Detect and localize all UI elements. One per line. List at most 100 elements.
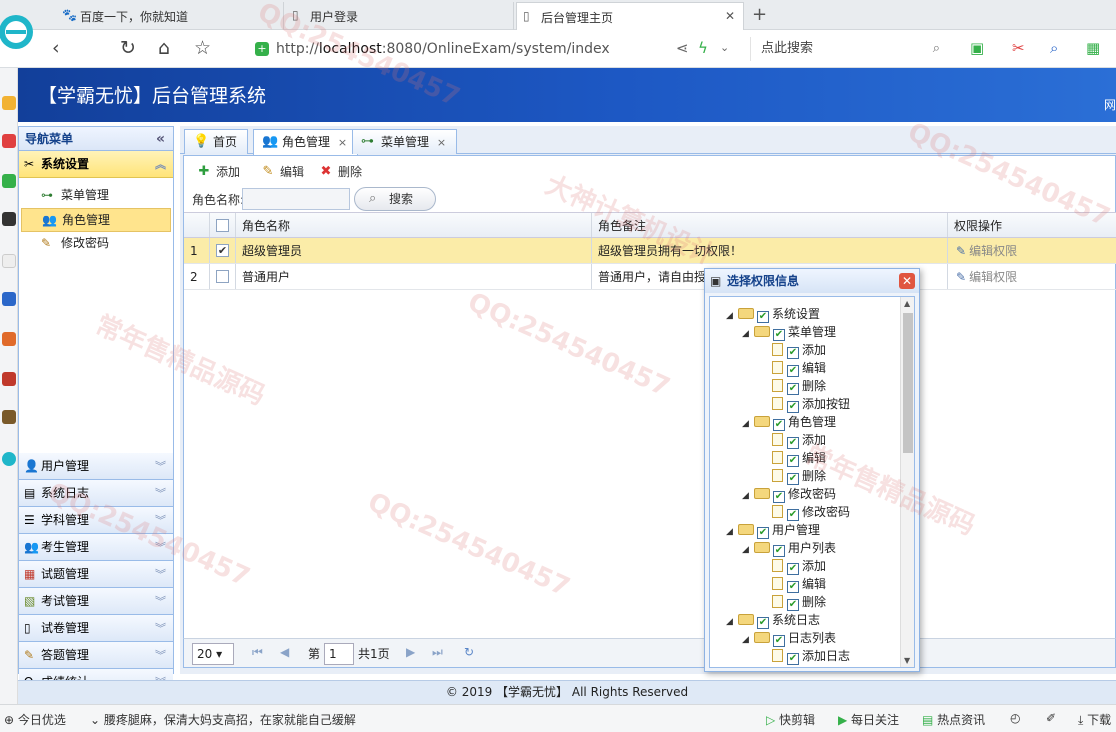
tree-checkbox[interactable]: ✔ — [787, 401, 799, 413]
translate-icon[interactable]: ▣ — [970, 39, 984, 57]
lightning-icon[interactable]: ϟ — [698, 39, 708, 57]
tree-node-leaf[interactable]: ✔ 删除 — [758, 467, 826, 485]
close-tab-icon[interactable]: × — [437, 136, 446, 149]
new-tab-button[interactable]: + — [752, 4, 767, 25]
status-item-news[interactable]: ▤ 热点资讯 — [922, 711, 985, 728]
tree-node-folder[interactable]: ◢ ✔ 角色管理 — [742, 413, 836, 431]
nav-section-system-log[interactable]: ▤ 系统日志 ︾ — [19, 480, 173, 507]
tree-toggle-icon[interactable]: ◢ — [742, 541, 754, 559]
scissors-icon[interactable]: ✂ — [1012, 39, 1025, 57]
browser-tab-admin[interactable]: ▯ 后台管理主页 ✕ — [516, 2, 744, 30]
app-icon[interactable] — [2, 254, 16, 268]
tab-role-management[interactable]: 👥 角色管理 × — [253, 129, 359, 155]
table-row[interactable]: 2 普通用户 普通用户，请自由授 ✎ 编辑权限 — [184, 264, 1116, 290]
pin-icon[interactable]: ✐ — [1046, 711, 1056, 725]
app-icon[interactable] — [2, 134, 16, 148]
search-button[interactable]: ⌕ 搜索 — [354, 187, 436, 211]
tree-checkbox[interactable]: ✔ — [773, 419, 785, 431]
tree-checkbox[interactable]: ✔ — [787, 473, 799, 485]
nav-section-question-management[interactable]: ▦ 试题管理 ︾ — [19, 561, 173, 588]
tree-node-leaf[interactable]: ✔ 添加按钮 — [758, 395, 850, 413]
tree-node-folder[interactable]: ◢ ✔ 修改密码 — [742, 485, 836, 503]
nav-section-student-management[interactable]: 👥 考生管理 ︾ — [19, 534, 173, 561]
nav-section-answer-management[interactable]: ✎ 答题管理 ︾ — [19, 642, 173, 669]
reload-icon[interactable]: ↻ — [120, 38, 136, 58]
role-name-input[interactable] — [242, 188, 350, 210]
row-checkbox[interactable] — [216, 270, 229, 283]
favorites-icon[interactable] — [2, 96, 16, 110]
nav-section-user-management[interactable]: 👤 用户管理 ︾ — [19, 453, 173, 480]
tree-toggle-icon[interactable]: ◢ — [742, 631, 754, 649]
tree-node-leaf[interactable]: ✔ 编辑 — [758, 359, 826, 377]
browser-tab-baidu[interactable]: 🐾 百度一下，你就知道 — [56, 2, 284, 30]
nav-section-paper-management[interactable]: ▯ 试卷管理 ︾ — [19, 615, 173, 642]
tree-scrollbar[interactable]: ▲ ▼ — [900, 297, 914, 667]
tree-node-leaf[interactable]: ✔ 删除 — [758, 377, 826, 395]
tree-checkbox[interactable]: ✔ — [757, 617, 769, 629]
app-icon[interactable] — [2, 332, 16, 346]
first-page-icon[interactable]: ⏮ — [252, 645, 263, 660]
app-icon[interactable] — [2, 372, 16, 386]
nav-item-change-password[interactable]: ✎ 修改密码 — [21, 232, 171, 256]
page-size-select[interactable]: 20 ▾ — [192, 643, 234, 665]
tree-toggle-icon[interactable]: ◢ — [742, 487, 754, 505]
app-icon[interactable] — [2, 212, 16, 226]
tab-home[interactable]: 💡 首页 — [184, 129, 249, 154]
clock-icon[interactable]: ◴ — [1010, 711, 1020, 725]
tree-node-folder[interactable]: ◢ ✔ 用户管理 — [726, 521, 820, 539]
share-icon[interactable]: ⋖ — [676, 39, 689, 57]
refresh-icon[interactable]: ↻ — [464, 645, 474, 659]
tree-checkbox[interactable]: ✔ — [787, 347, 799, 359]
edit-permission-link[interactable]: ✎ 编辑权限 — [948, 264, 1116, 289]
row-checkbox[interactable]: ✔ — [216, 244, 229, 257]
magnifier-icon[interactable]: ⌕ — [1050, 39, 1058, 57]
add-button[interactable]: ✚ 添加 — [196, 162, 240, 182]
tree-checkbox[interactable]: ✔ — [787, 653, 799, 665]
select-all-checkbox[interactable] — [216, 219, 229, 232]
next-page-icon[interactable]: ▶ — [406, 645, 415, 659]
tree-node-leaf[interactable]: ✔ 编辑 — [758, 575, 826, 593]
tree-toggle-icon[interactable]: ◢ — [726, 613, 738, 631]
tree-node-leaf[interactable]: ✔ 编辑 — [758, 449, 826, 467]
url-input[interactable]: + http://localhost:8080/OnlineExam/syste… — [252, 37, 742, 61]
edit-permission-link[interactable]: ✎ 编辑权限 — [948, 238, 1116, 263]
tree-node-folder[interactable]: ◢ ✔ 菜单管理 — [742, 323, 836, 341]
search-input[interactable]: 点此搜索 ⌕ — [750, 37, 946, 61]
download-button[interactable]: ⤓ 下载 — [1078, 711, 1111, 728]
close-tab-icon[interactable]: × — [338, 136, 347, 149]
tree-toggle-icon[interactable]: ◢ — [726, 523, 738, 541]
tree-node-leaf[interactable]: ✔ 添加 — [758, 557, 826, 575]
tab-menu-management[interactable]: ⊶ 菜单管理 × — [352, 129, 458, 154]
chevron-down-icon[interactable]: ⌄ — [720, 39, 729, 57]
prev-page-icon[interactable]: ◀ — [280, 645, 289, 659]
nav-section-system-settings[interactable]: ✂ 系统设置 ︽ — [19, 151, 173, 178]
news-ticker[interactable]: ⌄ 腰疼腿麻，保清大妈支高招，在家就能自己缓解 — [90, 711, 356, 728]
close-icon[interactable]: ✕ — [899, 273, 915, 289]
tree-checkbox[interactable]: ✔ — [787, 599, 799, 611]
tree-checkbox[interactable]: ✔ — [757, 527, 769, 539]
tree-checkbox[interactable]: ✔ — [773, 635, 785, 647]
tree-checkbox[interactable]: ✔ — [787, 455, 799, 467]
tree-checkbox[interactable]: ✔ — [787, 365, 799, 377]
tree-checkbox[interactable]: ✔ — [787, 563, 799, 575]
table-row[interactable]: 1 ✔ 超级管理员 超级管理员拥有一切权限！ ✎ 编辑权限 — [184, 238, 1116, 264]
gamepad-icon[interactable]: ▦ — [1086, 39, 1100, 57]
tree-node-leaf[interactable]: ✔ 添加 — [758, 341, 826, 359]
browser-tab-login[interactable]: ▯ 用户登录 — [286, 2, 514, 30]
back-icon[interactable]: ‹ — [52, 38, 60, 58]
edit-button[interactable]: ✎ 编辑 — [260, 162, 304, 182]
tree-node-folder[interactable]: ◢ ✔ 系统设置 — [726, 305, 820, 323]
tree-node-folder[interactable]: ◢ ✔ 系统日志 — [726, 611, 820, 629]
tree-node-leaf[interactable]: ✔ 添加日志 — [758, 647, 850, 665]
scroll-down-icon[interactable]: ▼ — [904, 656, 910, 665]
nav-item-role-management[interactable]: 👥 角色管理 — [21, 208, 171, 232]
nav-item-menu-management[interactable]: ⊶ 菜单管理 — [21, 184, 171, 208]
tree-toggle-icon[interactable]: ◢ — [742, 415, 754, 433]
home-icon[interactable]: ⌂ — [158, 38, 170, 58]
last-page-icon[interactable]: ⏭ — [432, 645, 443, 660]
app-icon[interactable] — [2, 174, 16, 188]
status-item-kuaijianji[interactable]: ▷ 快剪辑 — [766, 711, 815, 728]
status-item-daily[interactable]: ▶ 每日关注 — [838, 711, 899, 728]
tree-node-leaf[interactable]: ✔ 修改密码 — [758, 503, 850, 521]
scroll-up-icon[interactable]: ▲ — [904, 299, 910, 308]
